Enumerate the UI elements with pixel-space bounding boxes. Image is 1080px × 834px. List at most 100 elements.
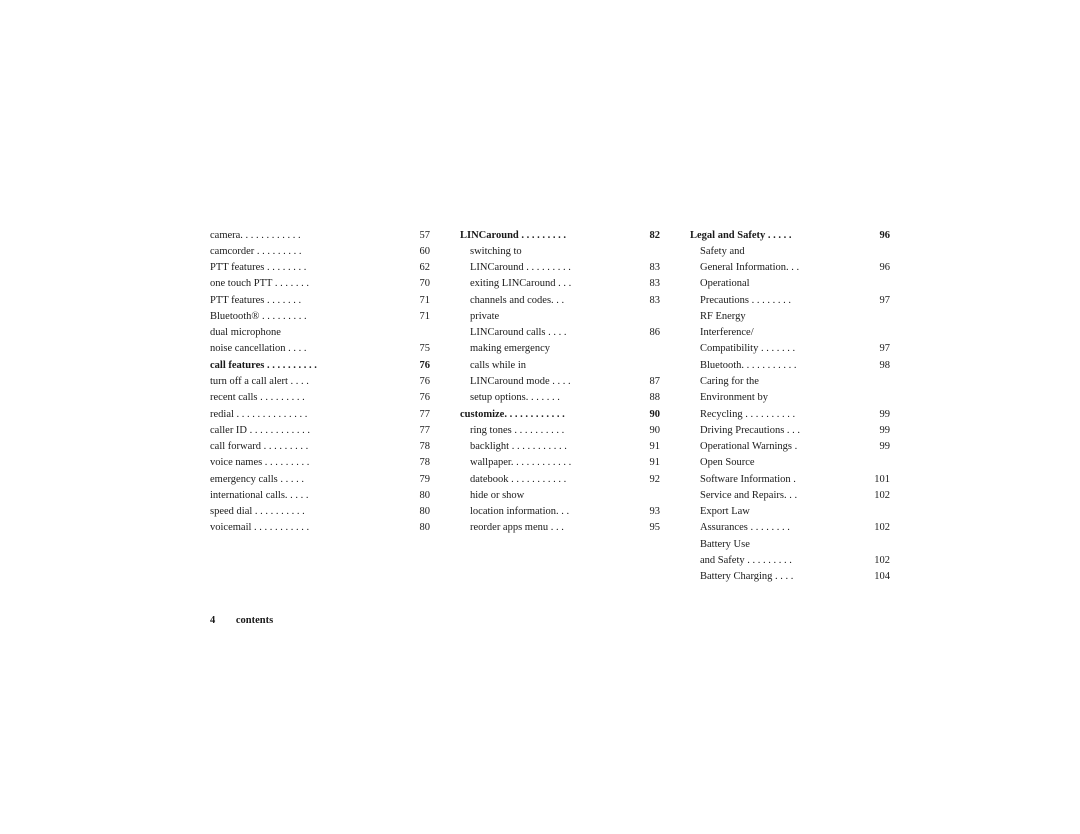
list-item: Battery Charging . . . .104 (690, 569, 890, 585)
column-3: Legal and Safety . . . . .96Safety andGe… (690, 228, 890, 586)
list-item: PTT features . . . . . . .71 (210, 293, 430, 309)
entry-text: Operational Warnings . (700, 439, 864, 455)
entry-page-number: 83 (638, 293, 660, 309)
entry-text: call forward . . . . . . . . . (210, 439, 404, 455)
entry-page-number: 80 (408, 520, 430, 536)
entry-text: Bluetooth® . . . . . . . . . (210, 309, 404, 325)
list-item: voice names . . . . . . . . .78 (210, 455, 430, 471)
list-item: switching to (460, 244, 660, 260)
entry-text: recent calls . . . . . . . . . (210, 390, 404, 406)
entry-text: PTT features . . . . . . . (210, 293, 404, 309)
entry-page-number: 71 (408, 309, 430, 325)
entry-page-number: 99 (868, 439, 890, 455)
entry-page-number: 76 (408, 358, 430, 374)
list-item: turn off a call alert . . . .76 (210, 374, 430, 390)
entry-text: Bluetooth. . . . . . . . . . . (700, 358, 864, 374)
entry-page-number: 90 (638, 423, 660, 439)
entry-page-number: 99 (868, 423, 890, 439)
entry-page-number: 82 (638, 228, 660, 244)
entry-page-number: 92 (638, 472, 660, 488)
list-item: recent calls . . . . . . . . .76 (210, 390, 430, 406)
list-item: backlight . . . . . . . . . . .91 (460, 439, 660, 455)
entry-page-number: 102 (868, 488, 890, 504)
entry-page-number: 77 (408, 423, 430, 439)
list-item: reorder apps menu . . .95 (460, 520, 660, 536)
entry-text: call features . . . . . . . . . . (210, 358, 404, 374)
list-item: private (460, 309, 660, 325)
entry-page-number: 99 (868, 407, 890, 423)
entry-page-number: 80 (408, 504, 430, 520)
entry-page-number: 95 (638, 520, 660, 536)
list-item: General Information. . .96 (690, 260, 890, 276)
list-item: LINCaround mode . . . .87 (460, 374, 660, 390)
entry-text: Operational (700, 276, 890, 292)
entry-text: ring tones . . . . . . . . . . (470, 423, 634, 439)
entry-page-number: 71 (408, 293, 430, 309)
list-item: location information. . .93 (460, 504, 660, 520)
entry-text: PTT features . . . . . . . . (210, 260, 404, 276)
entry-text: Battery Use (700, 537, 890, 553)
list-item: noise cancellation . . . .75 (210, 341, 430, 357)
entry-page-number: 91 (638, 439, 660, 455)
entry-page-number: 93 (638, 504, 660, 520)
entry-page-number: 76 (408, 390, 430, 406)
entry-text: Driving Precautions . . . (700, 423, 864, 439)
list-item: Battery Use (690, 537, 890, 553)
entry-text: camcorder . . . . . . . . . (210, 244, 404, 260)
entry-page-number: 86 (638, 325, 660, 341)
list-item: Bluetooth® . . . . . . . . .71 (210, 309, 430, 325)
entry-text: Assurances . . . . . . . . (700, 520, 864, 536)
footer-page-number: 4 (210, 615, 215, 626)
list-item: RF Energy (690, 309, 890, 325)
list-item: caller ID . . . . . . . . . . . .77 (210, 423, 430, 439)
entry-text: Battery Charging . . . . (700, 569, 864, 585)
entry-page-number: 102 (868, 520, 890, 536)
entry-text: Compatibility . . . . . . . (700, 341, 864, 357)
entry-page-number: 98 (868, 358, 890, 374)
entry-text: voice names . . . . . . . . . (210, 455, 404, 471)
list-item: camcorder . . . . . . . . .60 (210, 244, 430, 260)
entry-page-number: 77 (408, 407, 430, 423)
list-item: PTT features . . . . . . . .62 (210, 260, 430, 276)
list-item: Export Law (690, 504, 890, 520)
entry-text: dual microphone (210, 325, 430, 341)
entry-text: calls while in (470, 358, 660, 374)
column-1: camera. . . . . . . . . . . .57camcorder… (210, 228, 430, 586)
list-item: Environment by (690, 390, 890, 406)
entry-text: private (470, 309, 660, 325)
entry-page-number: 83 (638, 260, 660, 276)
list-item: Assurances . . . . . . . .102 (690, 520, 890, 536)
entry-text: Software Information . (700, 472, 864, 488)
entry-text: LINCaround . . . . . . . . . (460, 228, 634, 244)
list-item: redial . . . . . . . . . . . . . .77 (210, 407, 430, 423)
entry-text: making emergency (470, 341, 660, 357)
entry-page-number: 75 (408, 341, 430, 357)
list-item: Bluetooth. . . . . . . . . . .98 (690, 358, 890, 374)
list-item: Open Source (690, 455, 890, 471)
list-item: hide or show (460, 488, 660, 504)
list-item: setup options. . . . . . .88 (460, 390, 660, 406)
entry-page-number: 76 (408, 374, 430, 390)
entry-text: Legal and Safety . . . . . (690, 228, 864, 244)
entry-page-number: 91 (638, 455, 660, 471)
entry-text: wallpaper. . . . . . . . . . . . (470, 455, 634, 471)
entry-text: Interference/ (700, 325, 890, 341)
entry-text: General Information. . . (700, 260, 864, 276)
entry-page-number: 87 (638, 374, 660, 390)
list-item: ring tones . . . . . . . . . .90 (460, 423, 660, 439)
entry-page-number: 97 (868, 341, 890, 357)
entry-text: and Safety . . . . . . . . . (700, 553, 864, 569)
entry-text: hide or show (470, 488, 660, 504)
list-item: making emergency (460, 341, 660, 357)
entry-page-number: 96 (868, 260, 890, 276)
list-item: Service and Repairs. . .102 (690, 488, 890, 504)
entry-text: Caring for the (700, 374, 890, 390)
entry-text: Export Law (700, 504, 890, 520)
entry-page-number: 60 (408, 244, 430, 260)
entry-text: switching to (470, 244, 660, 260)
entry-text: noise cancellation . . . . (210, 341, 404, 357)
list-item: Safety and (690, 244, 890, 260)
entry-page-number: 79 (408, 472, 430, 488)
entry-text: redial . . . . . . . . . . . . . . (210, 407, 404, 423)
entry-text: RF Energy (700, 309, 890, 325)
